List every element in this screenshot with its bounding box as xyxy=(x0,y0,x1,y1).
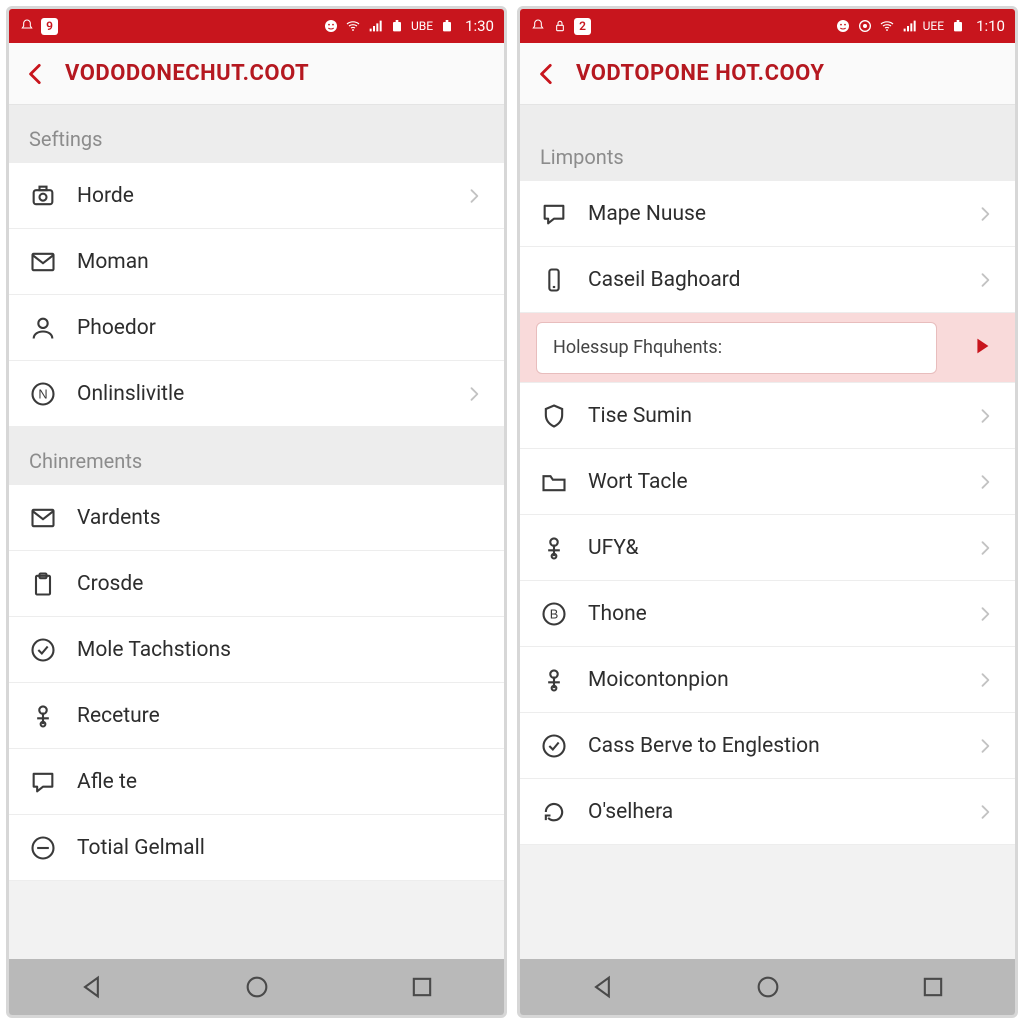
highlight-pill: Holessup Fhquhents: xyxy=(536,322,937,374)
row-label: Holessup Fhquhents: xyxy=(553,337,722,358)
play-icon[interactable] xyxy=(971,335,993,361)
row-holessup-highlight[interactable]: Holessup Fhquhents: xyxy=(520,313,1015,383)
